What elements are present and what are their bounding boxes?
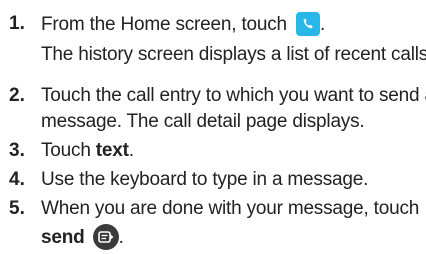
send-icon bbox=[92, 224, 119, 250]
step-text-end: . bbox=[118, 227, 124, 248]
step-5-line-2: send . bbox=[41, 224, 124, 250]
step-4-line-1: Use the keyboard to type in a message. bbox=[41, 169, 369, 190]
text-keyword: text bbox=[95, 140, 129, 161]
step-number: 3. bbox=[9, 140, 25, 161]
step-number: 2. bbox=[9, 85, 25, 106]
step-text-end: . bbox=[128, 140, 134, 161]
instruction-list: 1. From the Home screen, touch . The his… bbox=[0, 0, 426, 254]
step-1-line-2: The history screen displays a list of re… bbox=[41, 44, 426, 65]
step-number: 1. bbox=[9, 13, 25, 34]
step-5-line-1: When you are done with your message, tou… bbox=[41, 198, 420, 219]
send-keyword: send bbox=[41, 227, 85, 248]
step-1-line-1: From the Home screen, touch . bbox=[41, 12, 325, 37]
step-number: 5. bbox=[9, 198, 25, 219]
step-text: Touch bbox=[41, 140, 96, 161]
step-2-line-1: Touch the call entry to which you want t… bbox=[41, 85, 426, 106]
step-number: 4. bbox=[9, 169, 25, 190]
step-3-line-1: Touch text. bbox=[41, 139, 134, 163]
step-text-end: . bbox=[320, 14, 326, 35]
step-2-line-2: message. The call detail page displays. bbox=[41, 111, 365, 132]
step-text: From the Home screen, touch bbox=[41, 14, 287, 35]
phone-icon bbox=[296, 12, 321, 36]
